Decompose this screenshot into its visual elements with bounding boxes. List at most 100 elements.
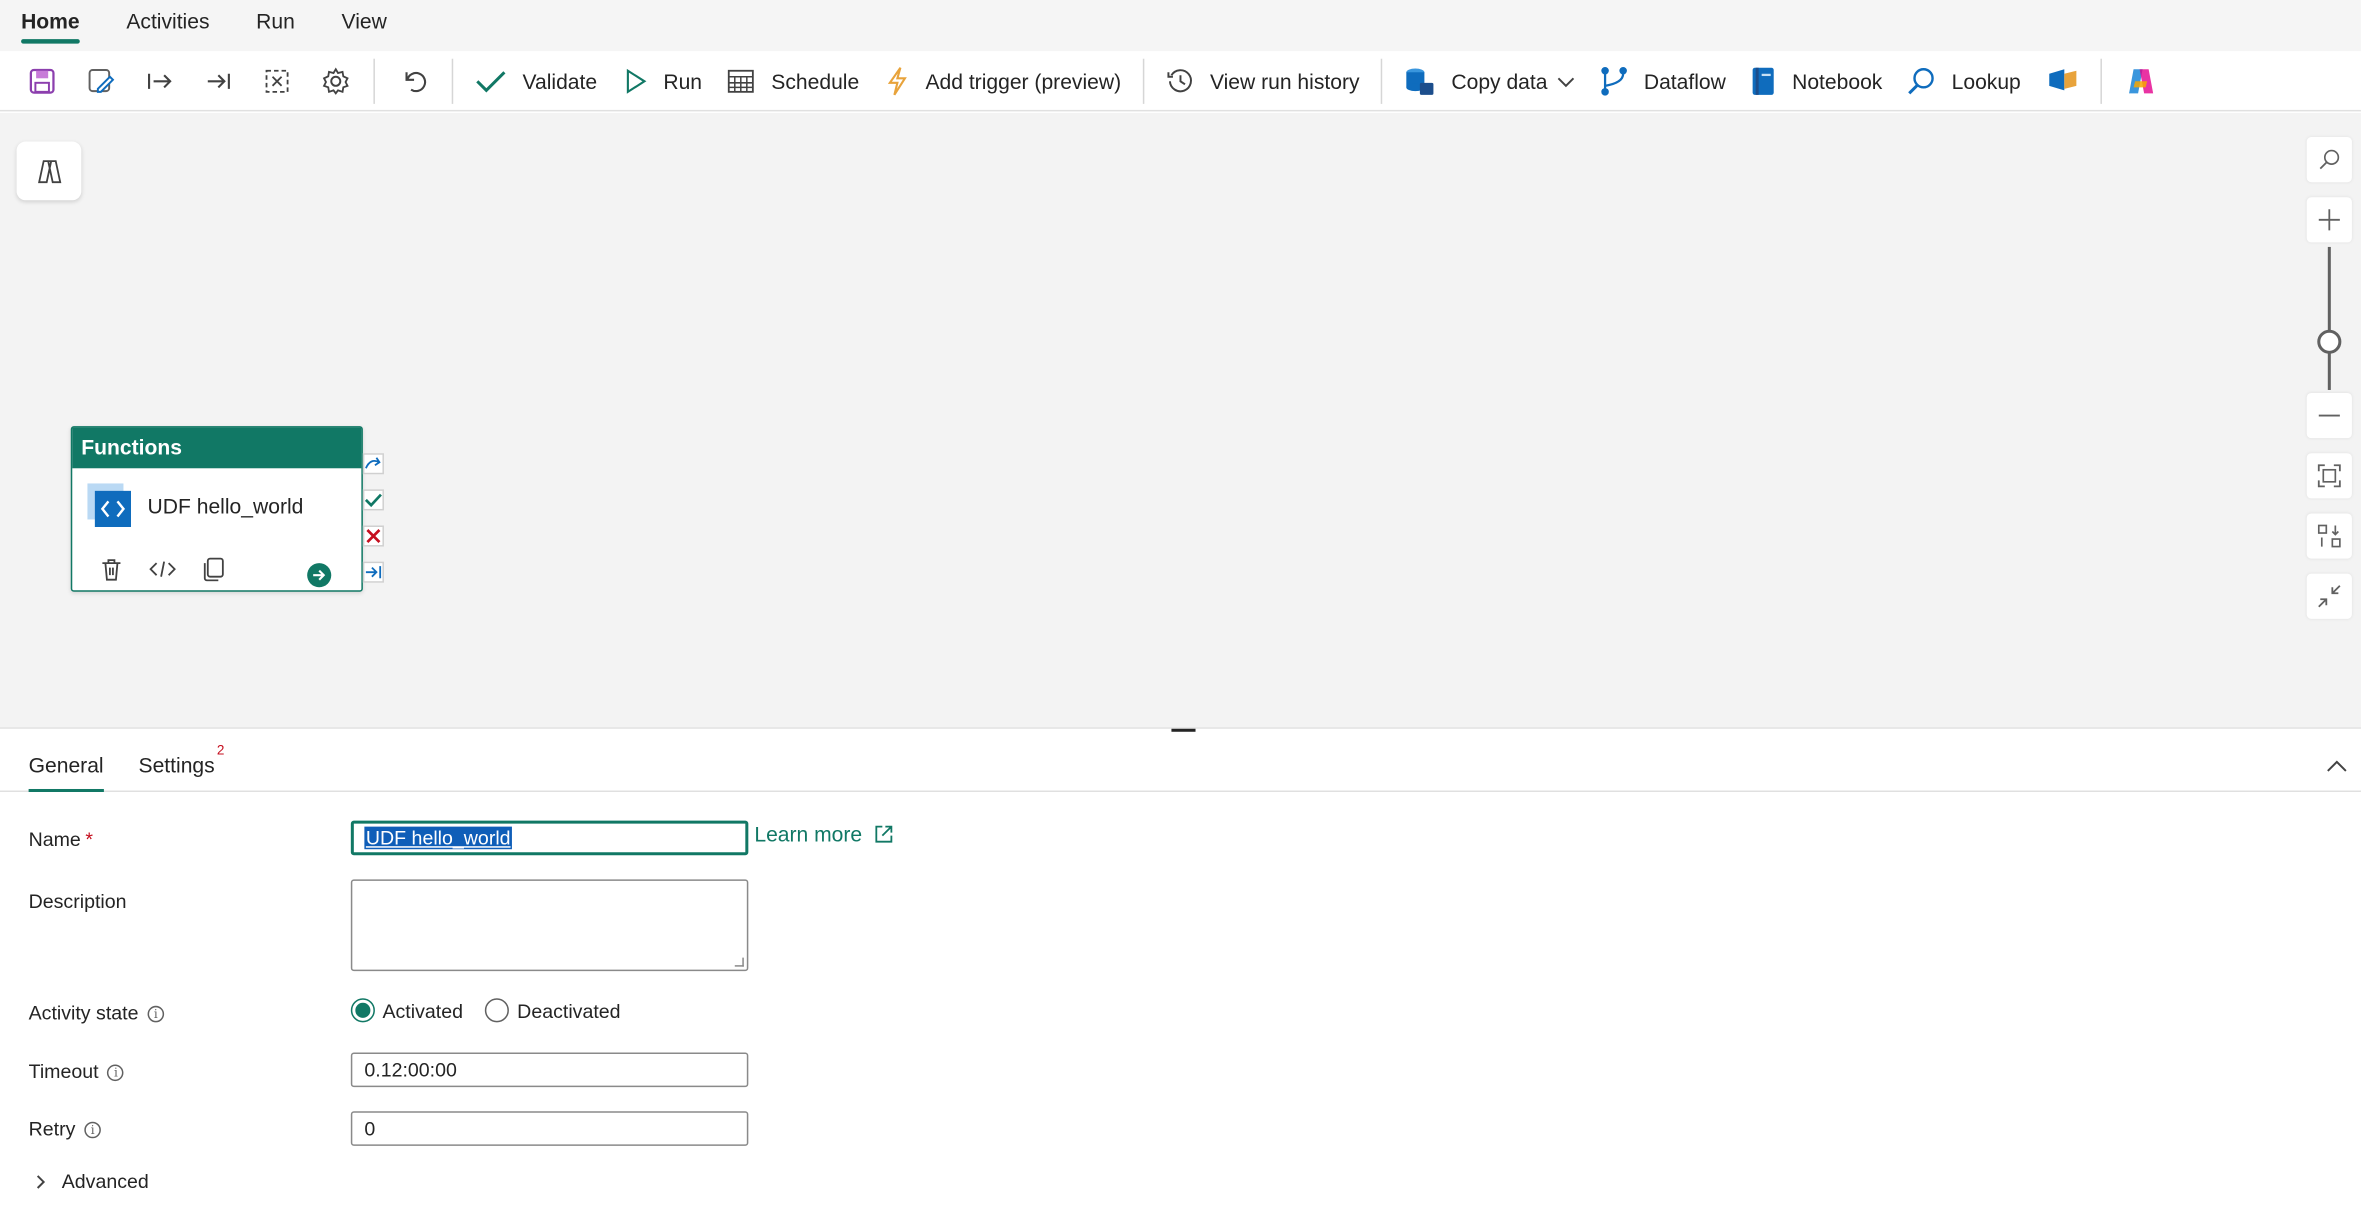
clone-activity-button[interactable] [199,554,229,584]
name-label: Name [28,828,81,851]
deactivated-label[interactable]: Deactivated [517,999,620,1022]
on-success-connector[interactable] [362,489,384,511]
copy-icon [203,557,224,582]
canvas-search-button[interactable] [2306,137,2352,183]
toolbar-divider [1142,57,1144,104]
validate-button[interactable]: Validate [462,56,609,104]
zoom-out-button[interactable] [2306,392,2352,439]
dataflow-icon [1600,66,1627,95]
resize-grip[interactable] [734,957,744,967]
undo-button[interactable] [384,56,443,104]
timeout-value: 0.12:00:00 [364,1058,457,1082]
advanced-expander[interactable]: Advanced [32,1170,149,1193]
deactivated-radio[interactable] [485,998,510,1023]
schedule-button[interactable]: Schedule [714,56,871,104]
learn-more-link[interactable]: Learn more [754,822,893,846]
more-activities-button[interactable] [2033,56,2092,104]
activity-state-field-label: Activity state i [29,1001,165,1024]
canvas-copilot-button[interactable] [16,141,82,201]
open-activity-button[interactable] [307,563,332,588]
activity-state-radio-group: Activated Deactivated [350,998,621,1023]
arrow-from-left-icon [147,73,171,89]
tab-general[interactable]: General [28,753,104,792]
timeout-input[interactable]: 0.12:00:00 [350,1052,749,1088]
notebook-button[interactable]: Notebook [1738,56,1894,104]
retry-label: Retry [28,1117,76,1140]
plus-icon [2318,209,2340,231]
save-button[interactable] [12,56,71,104]
menu-tab-view[interactable]: View [342,0,387,51]
properties-tabs: General Settings 2 [0,738,2361,792]
search-icon [1908,67,1935,94]
on-skip-connector[interactable] [362,453,384,475]
zoom-slider-track[interactable] [2327,246,2331,390]
gear-icon [321,66,349,95]
run-label: Run [663,68,703,93]
activity-card[interactable]: Functions UDF hello_world [70,426,363,592]
menu-tab-run[interactable]: Run [256,0,295,51]
move-end-button[interactable] [188,56,247,104]
view-code-button[interactable] [148,554,178,584]
toolbar-divider [1380,57,1383,104]
auto-align-button[interactable] [247,56,306,104]
menu-bar: Home Activities Run View [0,0,2361,52]
retry-input[interactable]: 0 [350,1111,749,1146]
x-icon [366,529,381,544]
chevron-right-icon [36,1174,46,1188]
auto-layout-button[interactable] [2306,513,2352,559]
align-icon [264,69,288,92]
advanced-label: Advanced [61,1169,149,1193]
trash-icon [102,559,121,581]
splitter-handle[interactable] [1171,728,1196,732]
zoom-slider-thumb[interactable] [2317,329,2342,354]
view-run-history-label: View run history [1209,68,1360,93]
timeout-label: Timeout [28,1060,99,1083]
copilot-icon [2128,68,2153,93]
checkmark-icon [476,70,506,92]
delete-activity-button[interactable] [96,554,126,584]
copy-data-button[interactable]: Copy data [1391,56,1586,104]
copy-data-label: Copy data [1451,68,1548,93]
info-icon[interactable]: i [147,1005,165,1023]
zoom-in-button[interactable] [2306,197,2352,243]
copilot-button[interactable] [2111,56,2170,104]
move-right-button[interactable] [129,56,188,104]
activated-radio[interactable] [350,998,375,1023]
fit-to-screen-button[interactable] [2306,453,2352,499]
info-icon[interactable]: i [107,1064,125,1082]
on-failure-connector[interactable] [362,525,384,547]
activity-category: Functions [72,427,362,469]
activated-label[interactable]: Activated [382,999,463,1022]
dataflow-label: Dataflow [1643,68,1726,93]
collapse-canvas-button[interactable] [2306,573,2352,619]
name-input[interactable]: UDF hello_world [350,820,749,856]
settings-button[interactable] [306,56,365,104]
calendar-icon [728,69,755,92]
tab-settings[interactable]: Settings [139,753,215,777]
add-trigger-label: Add trigger (preview) [925,68,1122,93]
external-link-icon [874,825,892,843]
run-button[interactable]: Run [609,56,714,104]
pipeline-canvas[interactable]: Functions UDF hello_world [0,112,2361,728]
toolbar-divider [451,57,454,104]
dataflow-button[interactable]: Dataflow [1587,56,1738,104]
info-icon[interactable]: i [84,1121,101,1139]
on-completion-connector[interactable] [362,561,384,583]
lookup-button[interactable]: Lookup [1894,56,2032,104]
app-root: Home Activities Run View Validate Run Sc… [0,0,2361,1218]
search-icon [2319,149,2340,170]
copilot-outline-icon [37,159,61,183]
name-input-value: UDF hello_world [364,826,513,850]
settings-error-badge: 2 [216,742,225,758]
required-mark: * [85,828,93,851]
collapse-panel-button[interactable] [2322,753,2352,780]
menu-tab-home[interactable]: Home [21,0,80,51]
menu-tab-activities[interactable]: Activities [126,0,209,51]
add-trigger-button[interactable]: Add trigger (preview) [871,56,1133,104]
notebook-icon [1752,67,1775,95]
arrow-right-icon [313,569,326,581]
view-run-history-button[interactable]: View run history [1153,56,1372,104]
description-textarea[interactable] [350,879,749,972]
arrows-collapse-icon [2318,585,2341,608]
save-as-button[interactable] [71,56,130,104]
